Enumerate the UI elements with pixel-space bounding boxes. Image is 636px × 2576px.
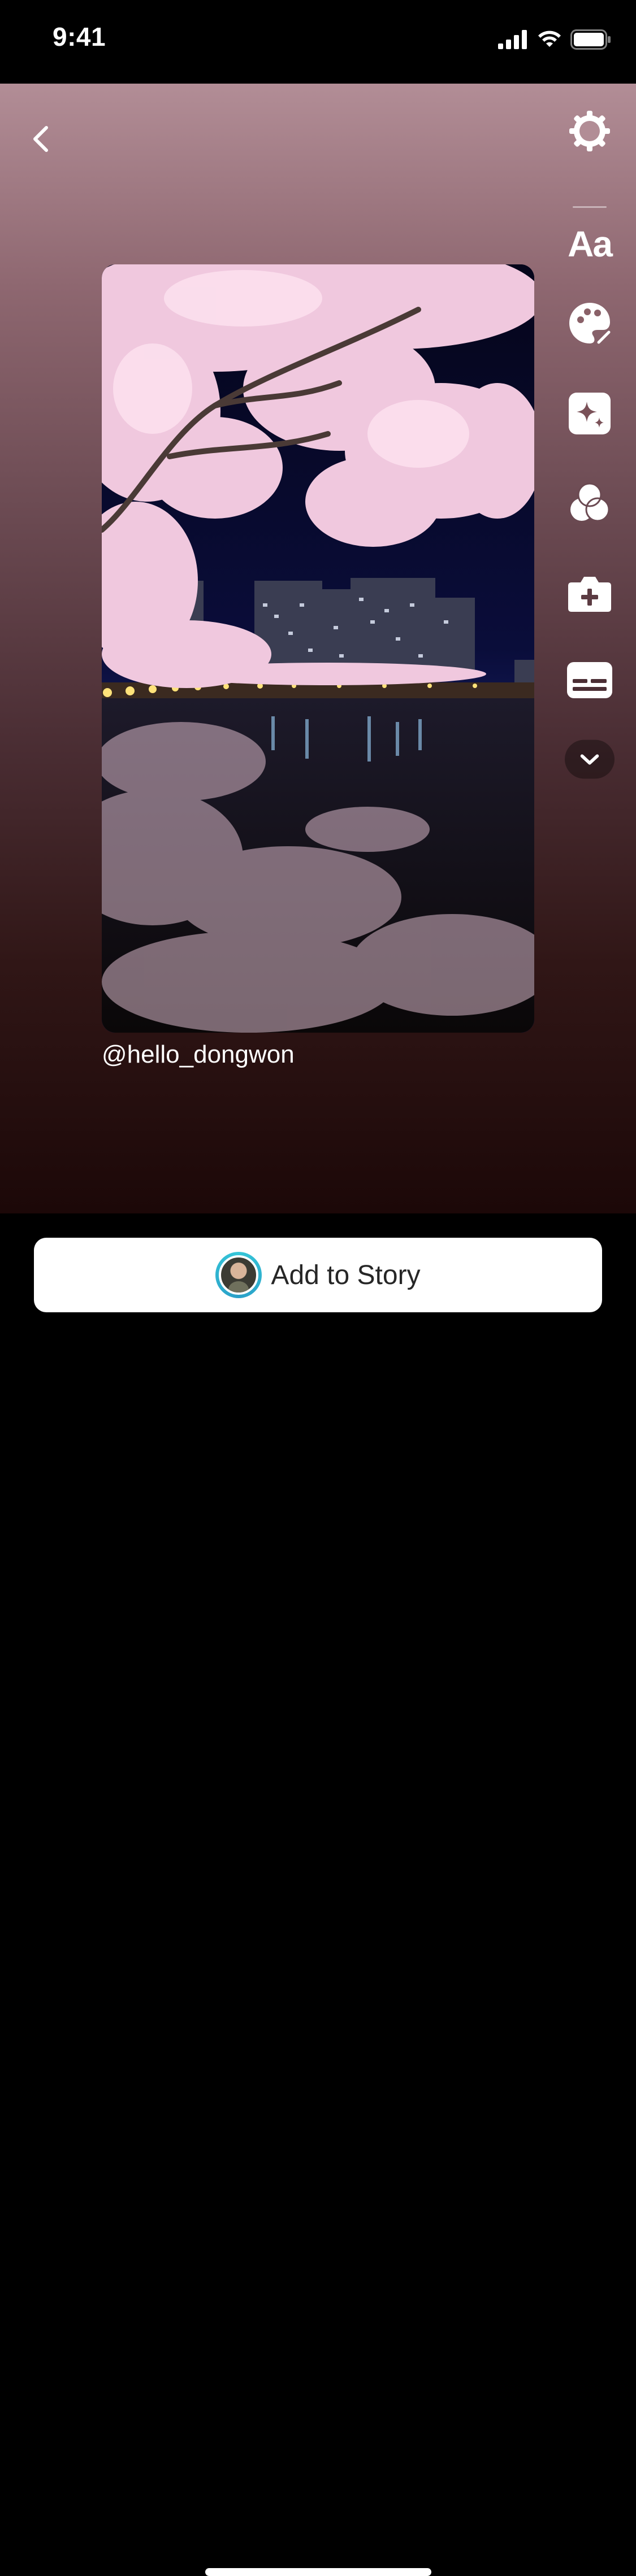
battery-icon <box>570 29 611 50</box>
back-button[interactable] <box>26 123 58 155</box>
captions-icon <box>567 662 612 698</box>
add-to-story-button[interactable]: Add to Story <box>34 1238 602 1312</box>
palette-button[interactable] <box>565 298 615 348</box>
cellular-signal-icon <box>498 30 527 49</box>
filters-button[interactable] <box>565 478 615 528</box>
status-bar: 9:41 <box>0 0 636 84</box>
effects-button[interactable] <box>565 389 615 438</box>
add-to-story-label: Add to Story <box>271 1260 421 1290</box>
bottom-bar: Add to Story <box>0 1213 636 2576</box>
toolbar-divider <box>573 206 607 208</box>
story-editor: Aa @hello_dongwon <box>0 84 636 1213</box>
palette-icon <box>569 303 611 344</box>
filters-icon <box>570 482 610 522</box>
avatar <box>219 1255 259 1295</box>
story-ring <box>215 1252 262 1298</box>
add-camera-icon <box>568 577 611 612</box>
media-username: @hello_dongwon <box>102 1041 295 1068</box>
settings-button[interactable] <box>565 106 615 156</box>
more-tools-button[interactable] <box>565 734 615 784</box>
chevron-down-icon <box>565 739 615 779</box>
sparkle-icon <box>569 393 611 434</box>
shared-video-preview[interactable] <box>102 264 534 1033</box>
text-tool-button[interactable]: Aa <box>565 219 615 269</box>
add-media-button[interactable] <box>565 568 615 618</box>
home-indicator[interactable] <box>205 2568 431 2576</box>
captions-button[interactable] <box>565 655 615 705</box>
cherry-blossom-night-image <box>102 264 534 1033</box>
status-time: 9:41 <box>53 22 106 51</box>
status-icons <box>498 28 611 51</box>
text-icon: Aa <box>568 224 613 264</box>
wifi-icon <box>538 31 561 47</box>
settings-icon <box>569 111 610 151</box>
